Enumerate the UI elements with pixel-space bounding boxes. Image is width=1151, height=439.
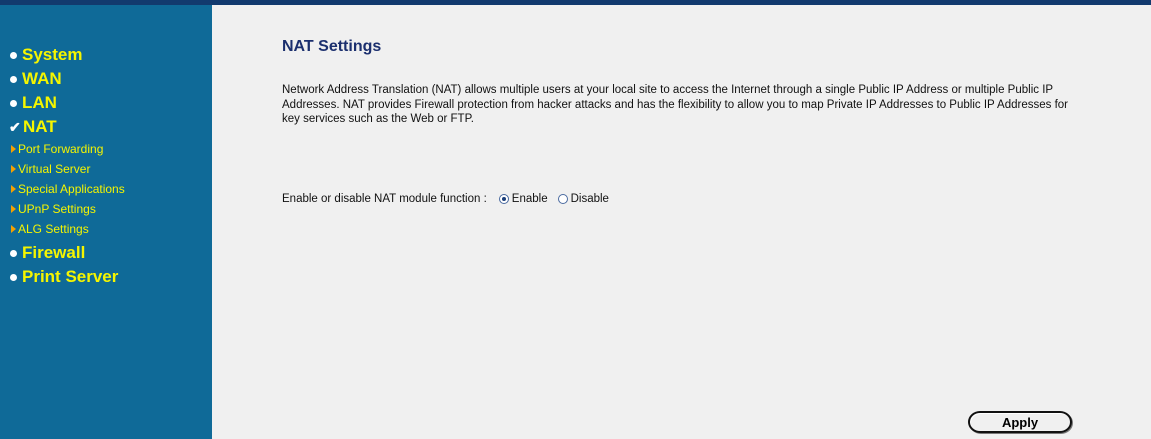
apply-button[interactable]: Apply [968, 411, 1072, 433]
submenu-item-special-applications[interactable]: Special Applications [11, 179, 125, 199]
sidebar-item-nat[interactable]: ✔ NAT [9, 115, 125, 139]
page: System WAN LAN ✔ NAT Port Forwarding Vir… [0, 0, 1151, 439]
submenu-item-upnp-settings[interactable]: UPnP Settings [11, 199, 125, 219]
nat-function-label: Enable or disable NAT module function : [282, 193, 487, 205]
enable-radio-label: Enable [511, 193, 548, 205]
bullet-icon [10, 51, 17, 59]
submenu-item-label: Special Applications [18, 182, 125, 196]
nat-function-radio-group: Enable Disable [498, 193, 619, 205]
sidebar-item-label: WAN [22, 69, 62, 88]
page-description: Network Address Translation (NAT) allows… [282, 84, 1068, 125]
bullet-icon [10, 249, 17, 257]
sidebar-item-label: Firewall [22, 243, 86, 262]
submenu-item-port-forwarding[interactable]: Port Forwarding [11, 139, 125, 159]
submenu-item-alg-settings[interactable]: ALG Settings [11, 219, 125, 239]
sidebar-item-label: System [22, 45, 83, 64]
submenu-item-virtual-server[interactable]: Virtual Server [11, 159, 125, 179]
nat-submenu-container: Port Forwarding Virtual Server Special A… [9, 139, 125, 241]
triangle-right-icon [11, 145, 16, 153]
submenu-item-label: Port Forwarding [18, 142, 104, 156]
radio-selected-icon[interactable] [498, 194, 509, 204]
sidebar-item-label: LAN [22, 93, 57, 112]
sidebar-item-lan[interactable]: LAN [9, 91, 125, 115]
sidebar-item-print-server[interactable]: Print Server [9, 265, 125, 289]
bullet-icon [10, 273, 17, 281]
disable-radio[interactable]: Disable [557, 193, 609, 205]
radio-unselected-icon[interactable] [557, 194, 568, 204]
submenu-item-label: UPnP Settings [18, 202, 96, 216]
triangle-right-icon [11, 165, 16, 173]
submenu-item-label: Virtual Server [18, 162, 91, 176]
sidebar-item-label: NAT [23, 117, 57, 136]
disable-radio-label: Disable [570, 193, 609, 205]
bullet-icon [10, 75, 17, 83]
sidebar: System WAN LAN ✔ NAT Port Forwarding Vir… [0, 5, 212, 439]
nat-submenu: Port Forwarding Virtual Server Special A… [9, 139, 125, 241]
checkmark-icon: ✔ [9, 118, 21, 135]
sidebar-menu: System WAN LAN ✔ NAT Port Forwarding Vir… [9, 43, 125, 289]
triangle-right-icon [11, 185, 16, 193]
sidebar-item-firewall[interactable]: Firewall [9, 241, 125, 265]
sidebar-item-wan[interactable]: WAN [9, 67, 125, 91]
triangle-right-icon [11, 205, 16, 213]
enable-radio[interactable]: Enable [498, 193, 548, 205]
triangle-right-icon [11, 225, 16, 233]
nat-function-row: Enable or disable NAT module function : … [282, 193, 619, 205]
sidebar-item-label: Print Server [22, 267, 119, 286]
submenu-item-label: ALG Settings [18, 222, 89, 236]
bullet-icon [10, 99, 17, 107]
page-title: NAT Settings [282, 38, 382, 55]
sidebar-item-system[interactable]: System [9, 43, 125, 67]
